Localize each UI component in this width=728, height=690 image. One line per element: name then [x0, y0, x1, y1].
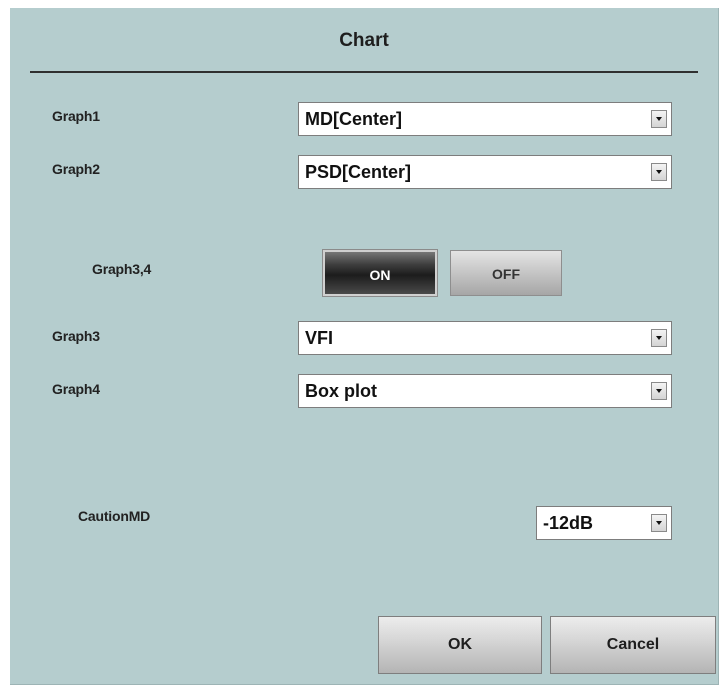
graph34-label: Graph3,4	[92, 261, 152, 277]
graph3-label: Graph3	[52, 328, 100, 344]
ok-button[interactable]: OK	[378, 616, 542, 674]
cancel-button[interactable]: Cancel	[550, 616, 716, 674]
graph4-label: Graph4	[52, 381, 100, 397]
chevron-down-icon[interactable]	[651, 329, 667, 347]
caution-md-select[interactable]: -12dB	[536, 506, 672, 540]
caution-md-label: CautionMD	[78, 508, 151, 524]
graph4-select-value: Box plot	[305, 381, 377, 401]
graph2-select[interactable]: PSD[Center]	[298, 155, 672, 189]
graph3-select[interactable]: VFI	[298, 321, 672, 355]
graph2-label: Graph2	[52, 161, 100, 177]
graph1-select[interactable]: MD[Center]	[298, 102, 672, 136]
graph4-select[interactable]: Box plot	[298, 374, 672, 408]
graph34-off-button[interactable]: OFF	[450, 250, 562, 296]
graph1-label: Graph1	[52, 108, 100, 124]
chevron-down-icon[interactable]	[651, 163, 667, 181]
graph34-on-button[interactable]: ON	[323, 250, 437, 296]
caution-md-select-value: -12dB	[543, 513, 594, 533]
chevron-down-icon[interactable]	[651, 514, 667, 532]
chart-dialog: Chart Graph1 MD[Center] Graph2 PSD[Cente…	[10, 8, 719, 685]
chevron-down-icon[interactable]	[651, 382, 667, 400]
graph2-select-value: PSD[Center]	[305, 162, 412, 182]
graph3-select-value: VFI	[305, 328, 334, 348]
dialog-title: Chart	[339, 30, 389, 51]
chevron-down-icon[interactable]	[651, 110, 667, 128]
graph1-select-value: MD[Center]	[305, 109, 402, 129]
title-divider	[30, 71, 698, 73]
